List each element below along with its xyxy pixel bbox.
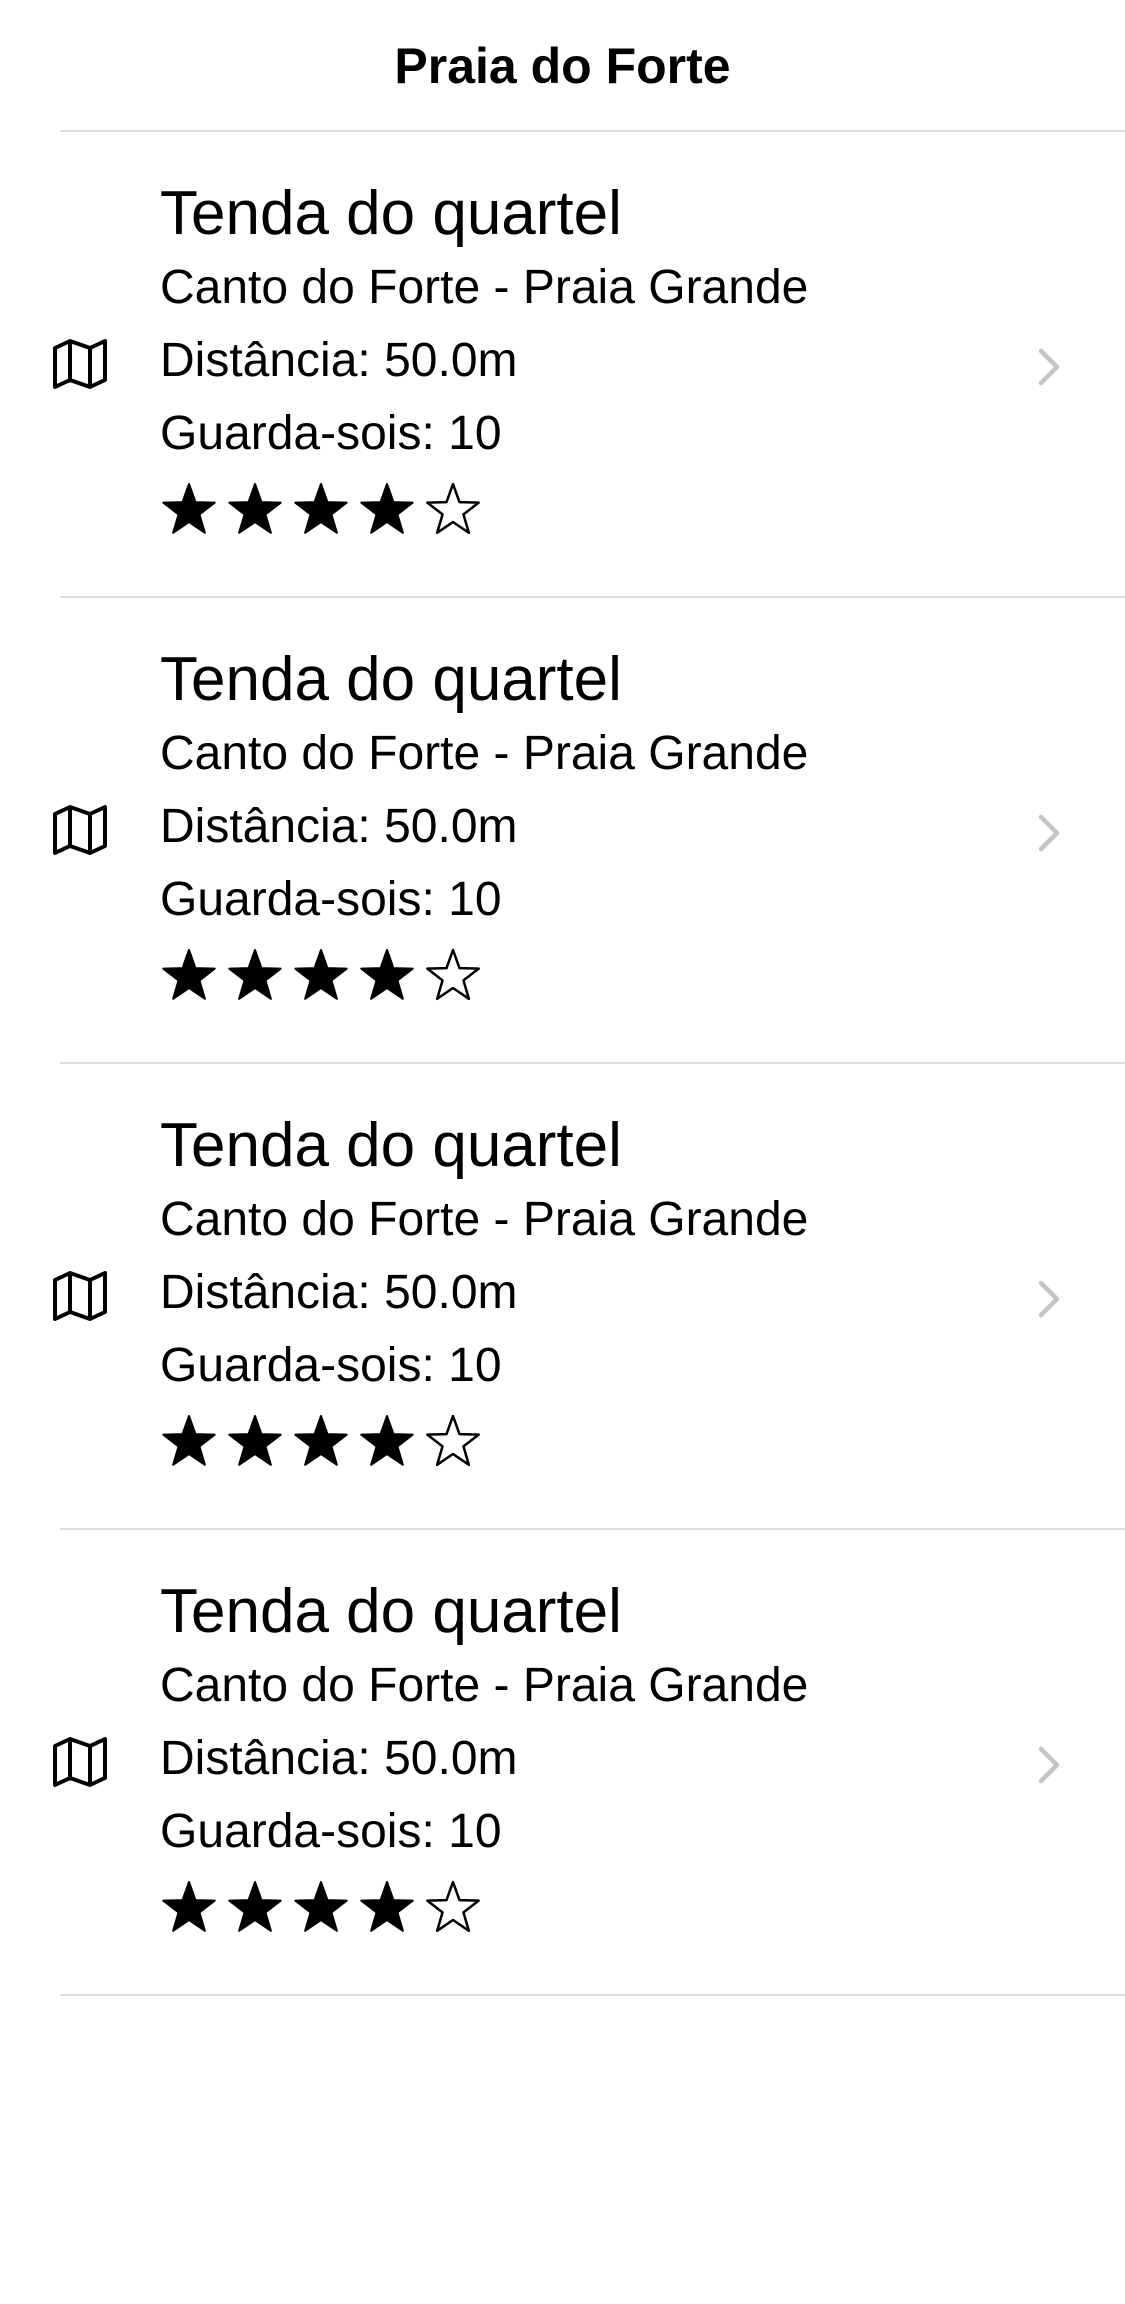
map-icon bbox=[53, 1737, 107, 1787]
star-filled-icon bbox=[162, 949, 216, 1000]
star-filled-icon bbox=[228, 1415, 282, 1466]
item-location: Canto do Forte - Praia Grande bbox=[160, 1659, 809, 1712]
star-empty-icon bbox=[426, 1880, 480, 1933]
list-item[interactable]: Tenda do quartel Canto do Forte - Praia … bbox=[0, 1530, 1125, 1996]
beach-tent-list: Tenda do quartel Canto do Forte - Praia … bbox=[0, 132, 1125, 1996]
item-location: Canto do Forte - Praia Grande bbox=[160, 1193, 809, 1246]
item-title: Tenda do quartel bbox=[160, 645, 622, 714]
item-distance: Distância: 50.0m bbox=[160, 1266, 518, 1319]
chevron-right-icon bbox=[1038, 348, 1060, 386]
map-icon bbox=[53, 339, 107, 389]
star-filled-icon bbox=[360, 949, 414, 1000]
star-filled-icon bbox=[294, 1881, 348, 1932]
item-umbrellas: Guarda-sois: 10 bbox=[160, 1805, 502, 1858]
item-details: Tenda do quartel Canto do Forte - Praia … bbox=[160, 644, 808, 1005]
item-title: Tenda do quartel bbox=[160, 179, 622, 248]
item-location: Canto do Forte - Praia Grande bbox=[160, 261, 809, 314]
star-filled-icon bbox=[360, 1415, 414, 1466]
item-distance: Distância: 50.0m bbox=[160, 1732, 518, 1785]
item-title: Tenda do quartel bbox=[160, 1577, 622, 1646]
chevron-right-icon bbox=[1038, 1746, 1060, 1784]
list-item[interactable]: Tenda do quartel Canto do Forte - Praia … bbox=[0, 1064, 1125, 1530]
star-filled-icon bbox=[294, 949, 348, 1000]
map-icon bbox=[53, 1271, 107, 1321]
star-filled-icon bbox=[162, 1415, 216, 1466]
item-umbrellas: Guarda-sois: 10 bbox=[160, 1339, 502, 1392]
star-filled-icon bbox=[360, 483, 414, 534]
item-details: Tenda do quartel Canto do Forte - Praia … bbox=[160, 178, 808, 539]
item-distance: Distância: 50.0m bbox=[160, 800, 518, 853]
star-filled-icon bbox=[294, 1415, 348, 1466]
list-item[interactable]: Tenda do quartel Canto do Forte - Praia … bbox=[0, 132, 1125, 598]
rating-stars bbox=[160, 479, 808, 539]
item-details: Tenda do quartel Canto do Forte - Praia … bbox=[160, 1576, 808, 1937]
chevron-right-icon bbox=[1038, 814, 1060, 852]
item-location: Canto do Forte - Praia Grande bbox=[160, 727, 809, 780]
star-filled-icon bbox=[162, 483, 216, 534]
item-details: Tenda do quartel Canto do Forte - Praia … bbox=[160, 1110, 808, 1471]
item-umbrellas: Guarda-sois: 10 bbox=[160, 407, 502, 460]
star-filled-icon bbox=[228, 483, 282, 534]
item-title: Tenda do quartel bbox=[160, 1111, 622, 1180]
star-filled-icon bbox=[162, 1881, 216, 1932]
rating-stars bbox=[160, 1877, 808, 1937]
star-empty-icon bbox=[426, 1414, 480, 1467]
star-empty-icon bbox=[426, 948, 480, 1001]
rating-stars bbox=[160, 1411, 808, 1471]
list-item[interactable]: Tenda do quartel Canto do Forte - Praia … bbox=[0, 598, 1125, 1064]
star-filled-icon bbox=[228, 949, 282, 1000]
star-empty-icon bbox=[426, 482, 480, 535]
item-distance: Distância: 50.0m bbox=[160, 334, 518, 387]
item-umbrellas: Guarda-sois: 10 bbox=[160, 873, 502, 926]
row-separator bbox=[60, 1994, 1125, 1996]
chevron-right-icon bbox=[1038, 1280, 1060, 1318]
map-icon bbox=[53, 805, 107, 855]
star-filled-icon bbox=[228, 1881, 282, 1932]
page-title: Praia do Forte bbox=[394, 38, 731, 94]
star-filled-icon bbox=[294, 483, 348, 534]
navigation-bar: Praia do Forte bbox=[0, 0, 1125, 132]
star-filled-icon bbox=[360, 1881, 414, 1932]
rating-stars bbox=[160, 945, 808, 1005]
